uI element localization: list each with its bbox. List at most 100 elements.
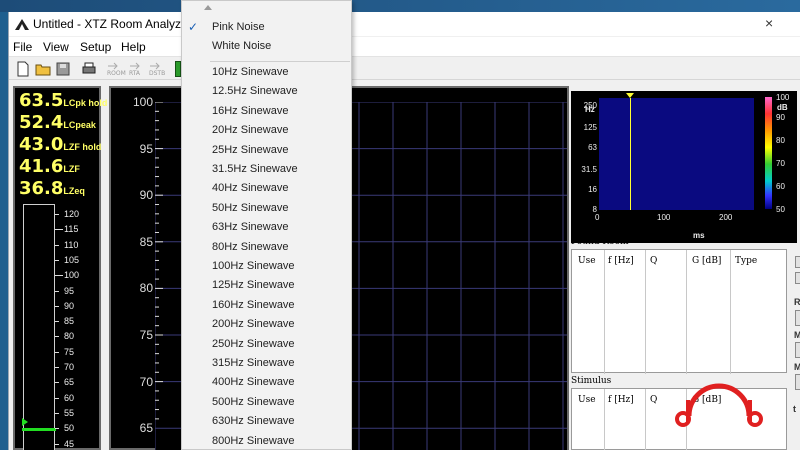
graph-y-label: 80 bbox=[139, 281, 153, 296]
title-bar: Untitled - XTZ Room Analyzer × bbox=[9, 12, 800, 36]
level-hold-marker bbox=[22, 428, 56, 432]
app-logo-icon bbox=[15, 19, 29, 30]
side-label-t: t bbox=[793, 404, 796, 414]
colorbar-label: 100 bbox=[776, 93, 790, 102]
level-scale-tick: 95 bbox=[55, 286, 101, 297]
menu-item-pink-noise[interactable]: ✓ Pink Noise bbox=[182, 19, 351, 38]
menu-item-sinewave[interactable]: 500Hz Sinewave bbox=[182, 394, 351, 413]
graph-y-label: 95 bbox=[139, 141, 153, 156]
app-window: Untitled - XTZ Room Analyzer × File View… bbox=[8, 12, 800, 450]
toolbar-rta-label: RTA bbox=[129, 70, 141, 77]
graph-y-label: 70 bbox=[139, 374, 153, 389]
watermark-logo-icon bbox=[675, 383, 763, 427]
menu-item-sinewave[interactable]: 10Hz Sinewave bbox=[182, 64, 351, 83]
graph-y-label: 85 bbox=[139, 234, 153, 249]
col-gain: G [dB] bbox=[692, 256, 722, 266]
open-folder-icon[interactable] bbox=[35, 61, 51, 77]
found-room-table[interactable]: Use f [Hz] Q G [dB] Type bbox=[571, 249, 787, 374]
menu-item-sinewave[interactable]: 63Hz Sinewave bbox=[182, 219, 351, 238]
menu-setup[interactable]: Setup bbox=[80, 40, 111, 54]
menu-item-sinewave[interactable]: 50Hz Sinewave bbox=[182, 200, 351, 219]
spectrogram-x-unit: ms bbox=[693, 231, 705, 240]
print-icon[interactable] bbox=[81, 61, 97, 77]
readout-lcpk-hold: 63.5LCpk hold bbox=[19, 90, 108, 111]
graph-y-label: 75 bbox=[139, 328, 153, 342]
level-scale-tick: 100 bbox=[55, 270, 101, 281]
level-scale-tick: 55 bbox=[55, 408, 101, 419]
graph-y-label: 65 bbox=[139, 421, 153, 436]
side-button-2[interactable] bbox=[795, 342, 800, 358]
colorbar-label: 80 bbox=[776, 136, 785, 145]
menu-item-sinewave[interactable]: 31.5Hz Sinewave bbox=[182, 161, 351, 180]
spectrogram-panel[interactable]: 250 125 63 31.5 16 8 Hz 0 100 200 ms dB 100 90 80… bbox=[571, 91, 797, 243]
menu-item-white-noise[interactable]: White Noise bbox=[182, 38, 351, 57]
menu-help[interactable]: Help bbox=[121, 40, 146, 54]
level-scale-tick: 105 bbox=[55, 255, 101, 266]
menu-view[interactable]: View bbox=[43, 40, 69, 54]
level-scale-tick: 65 bbox=[55, 377, 101, 388]
spectrogram-plot bbox=[599, 93, 754, 210]
level-scale-tick: 110 bbox=[55, 240, 101, 251]
new-file-icon[interactable] bbox=[15, 61, 31, 77]
side-label-m1: M bbox=[794, 330, 800, 340]
level-scale-tick: 60 bbox=[55, 393, 101, 404]
menu-item-sinewave[interactable]: 400Hz Sinewave bbox=[182, 374, 351, 393]
side-checkbox-1[interactable] bbox=[795, 256, 800, 268]
menu-item-sinewave[interactable]: 125Hz Sinewave bbox=[182, 277, 351, 296]
toolbar: ROOM RTA DSTB bbox=[9, 58, 800, 80]
colorbar-label: 50 bbox=[776, 205, 785, 214]
menu-item-sinewave[interactable]: 80Hz Sinewave bbox=[182, 239, 351, 258]
stim-col-q: Q bbox=[650, 395, 658, 405]
level-scale-tick: 75 bbox=[55, 347, 101, 358]
menu-separator bbox=[210, 61, 350, 62]
level-scale-tick: 80 bbox=[55, 331, 101, 342]
window-title: Untitled - XTZ Room Analyzer bbox=[33, 17, 192, 31]
spectrogram-y-label: 125 bbox=[583, 123, 597, 132]
colorbar-label: 90 bbox=[776, 113, 785, 122]
menu-item-sinewave[interactable]: 315Hz Sinewave bbox=[182, 355, 351, 374]
graph-y-label: 100 bbox=[132, 95, 153, 109]
spectrogram-y-unit: Hz bbox=[585, 105, 595, 114]
toolbar-room-label: ROOM bbox=[107, 70, 126, 77]
time-marker-handle-icon[interactable] bbox=[626, 93, 634, 98]
col-frequency: f [Hz] bbox=[608, 256, 634, 266]
level-scale-tick: 50 bbox=[55, 423, 101, 434]
spectrogram-y-label: 16 bbox=[588, 185, 597, 194]
spectrogram-y-label: 8 bbox=[592, 205, 597, 214]
side-checkbox-2[interactable] bbox=[795, 272, 800, 284]
close-icon[interactable]: × bbox=[765, 15, 773, 31]
side-label-r: R bbox=[794, 297, 800, 307]
check-icon: ✓ bbox=[188, 20, 199, 34]
scroll-up-icon[interactable] bbox=[204, 5, 212, 10]
level-scale-tick: 115 bbox=[55, 224, 101, 235]
colorbar-unit: dB bbox=[777, 103, 788, 112]
side-button-3[interactable] bbox=[795, 374, 800, 390]
side-button-1[interactable] bbox=[795, 310, 800, 326]
menu-item-sinewave[interactable]: 250Hz Sinewave bbox=[182, 336, 351, 355]
col-q: Q bbox=[650, 256, 658, 266]
stimulus-dropdown-menu[interactable]: ✓ Pink Noise White Noise 10Hz Sinewave 12… bbox=[181, 0, 352, 450]
menu-item-sinewave[interactable]: 200Hz Sinewave bbox=[182, 316, 351, 335]
menu-item-sinewave[interactable]: 160Hz Sinewave bbox=[182, 297, 351, 316]
spectrogram-y-label: 63 bbox=[588, 143, 597, 152]
menu-item-sinewave[interactable]: 25Hz Sinewave bbox=[182, 142, 351, 161]
menu-item-sinewave[interactable]: 16Hz Sinewave bbox=[182, 103, 351, 122]
save-icon[interactable] bbox=[55, 61, 71, 77]
menu-item-sinewave[interactable]: 12.5Hz Sinewave bbox=[182, 83, 351, 102]
menu-item-sinewave[interactable]: 40Hz Sinewave bbox=[182, 180, 351, 199]
menu-item-sinewave[interactable]: 100Hz Sinewave bbox=[182, 258, 351, 277]
level-scale-tick: 70 bbox=[55, 362, 101, 373]
time-marker[interactable] bbox=[630, 98, 631, 210]
colorbar-label: 60 bbox=[776, 182, 785, 191]
spectrogram-x-label: 200 bbox=[719, 213, 733, 222]
readout-lzf: 41.6LZF bbox=[19, 156, 80, 177]
toolbar-dstb-label: DSTB bbox=[149, 70, 166, 77]
menu-item-sinewave[interactable]: 20Hz Sinewave bbox=[182, 122, 351, 141]
level-scale-tick: 45 bbox=[55, 439, 101, 450]
readout-lzeq: 36.8LZeq bbox=[19, 178, 85, 199]
menu-item-sinewave[interactable]: 800Hz Sinewave bbox=[182, 433, 351, 449]
side-label-m2: M bbox=[794, 362, 800, 372]
menu-file[interactable]: File bbox=[13, 40, 32, 54]
level-scale-tick: 85 bbox=[55, 316, 101, 327]
menu-item-sinewave[interactable]: 630Hz Sinewave bbox=[182, 413, 351, 432]
